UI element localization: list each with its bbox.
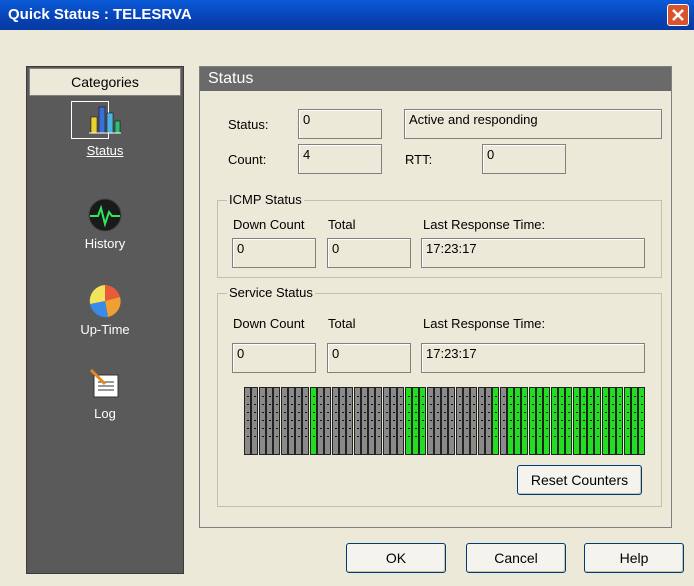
history-bar-green	[514, 387, 522, 455]
sidebar-item-label: Status	[86, 143, 124, 158]
history-bar-gray	[375, 387, 383, 455]
history-bar-green	[601, 387, 609, 455]
history-bar-green	[543, 387, 551, 455]
help-button[interactable]: Help	[584, 543, 684, 573]
categories-header: Categories	[29, 68, 181, 96]
history-bar-green	[404, 387, 412, 455]
icmp-total-label: Total	[328, 217, 356, 232]
service-down-count-label: Down Count	[233, 316, 305, 331]
service-down-count-field: 0	[232, 343, 316, 373]
icmp-last-response-label: Last Response Time:	[423, 217, 546, 232]
close-icon	[672, 9, 684, 21]
history-bar-green	[506, 387, 514, 455]
status-label: Status:	[228, 117, 269, 132]
sidebar-item-log[interactable]: Log	[26, 366, 184, 421]
rtt-label: RTT:	[405, 152, 433, 167]
history-bar-gray	[287, 387, 295, 455]
history-bar-green	[579, 387, 587, 455]
history-bar-green	[492, 387, 500, 455]
history-bar-gray	[368, 387, 376, 455]
history-bar-gray	[265, 387, 273, 455]
history-bar-gray	[295, 387, 303, 455]
history-bar-gray	[477, 387, 485, 455]
icmp-down-count-field: 0	[232, 238, 316, 268]
icmp-total-field: 0	[327, 238, 411, 268]
history-bar-gray	[331, 387, 339, 455]
history-bar-green	[309, 387, 317, 455]
history-bar-green	[623, 387, 631, 455]
history-bar-green	[594, 387, 602, 455]
service-total-field: 0	[327, 343, 411, 373]
history-bar-gray	[338, 387, 346, 455]
history-bar-green	[609, 387, 616, 455]
icmp-down-count-label: Down Count	[233, 217, 305, 232]
heartbeat-icon	[85, 196, 125, 236]
service-last-response-field: 17:23:17	[421, 343, 645, 373]
cancel-button[interactable]: Cancel	[466, 543, 566, 573]
reset-counters-button[interactable]: Reset Counters	[517, 465, 642, 495]
log-notepad-icon	[85, 366, 125, 406]
close-button[interactable]	[667, 4, 689, 26]
history-bar-gray	[499, 387, 507, 455]
count-value-field: 4	[298, 144, 382, 174]
service-total-label: Total	[328, 316, 356, 331]
panel-title: Status	[200, 67, 671, 91]
bar-chart-icon	[85, 103, 125, 143]
sidebar-item-status[interactable]: Status	[26, 103, 184, 158]
history-bar-gray	[258, 387, 266, 455]
history-bar-green	[521, 387, 529, 455]
history-bar-gray	[433, 387, 441, 455]
sidebar-item-label: Log	[94, 406, 116, 421]
icmp-status-title: ICMP Status	[227, 192, 304, 207]
history-bar-gray	[360, 387, 368, 455]
sidebar-item-label: Up-Time	[80, 322, 130, 337]
history-bar-green	[638, 387, 646, 455]
status-value-field: 0	[298, 109, 382, 139]
service-status-title: Service Status	[227, 285, 315, 300]
sidebar-item-label: History	[84, 236, 126, 251]
history-bar-green	[528, 387, 536, 455]
history-bar-gray	[441, 387, 449, 455]
ok-button[interactable]: OK	[346, 543, 446, 573]
history-bar-gray	[455, 387, 463, 455]
history-bar-gray	[244, 387, 251, 455]
history-bar-gray	[317, 387, 324, 455]
history-bar-green	[572, 387, 580, 455]
history-bar-green	[550, 387, 558, 455]
history-bar-gray	[280, 387, 288, 455]
history-bar-gray	[463, 387, 470, 455]
history-bar-gray	[251, 387, 259, 455]
history-bar-green	[587, 387, 595, 455]
history-bar-gray	[382, 387, 390, 455]
history-bar-green	[565, 387, 573, 455]
history-bar-green	[630, 387, 638, 455]
history-bar-gray	[324, 387, 332, 455]
history-bar-gray	[426, 387, 434, 455]
service-last-response-label: Last Response Time:	[423, 316, 546, 331]
history-bar-gray	[273, 387, 281, 455]
history-bar-gray	[448, 387, 456, 455]
title-bar: Quick Status : TELESRVA	[0, 0, 694, 30]
status-text-field: Active and responding	[404, 109, 662, 139]
history-bar-green	[557, 387, 565, 455]
sidebar-item-history[interactable]: History	[26, 196, 184, 251]
sidebar-item-up-time[interactable]: Up-Time	[26, 282, 184, 337]
pie-chart-icon	[85, 282, 125, 322]
history-bar-gray	[346, 387, 354, 455]
history-bar-gray	[302, 387, 310, 455]
count-label: Count:	[228, 152, 267, 167]
rtt-value-field: 0	[482, 144, 566, 174]
history-bar-gray	[390, 387, 397, 455]
history-bar-gray	[470, 387, 478, 455]
history-bar-gray	[353, 387, 361, 455]
history-bar-green	[536, 387, 543, 455]
history-bar-green	[616, 387, 624, 455]
history-bar-gray	[397, 387, 405, 455]
history-bar-gray	[484, 387, 492, 455]
history-bar-green	[419, 387, 427, 455]
history-bar-green	[411, 387, 419, 455]
window-title: Quick Status : TELESRVA	[8, 6, 192, 23]
icmp-last-response-field: 17:23:17	[421, 238, 645, 268]
